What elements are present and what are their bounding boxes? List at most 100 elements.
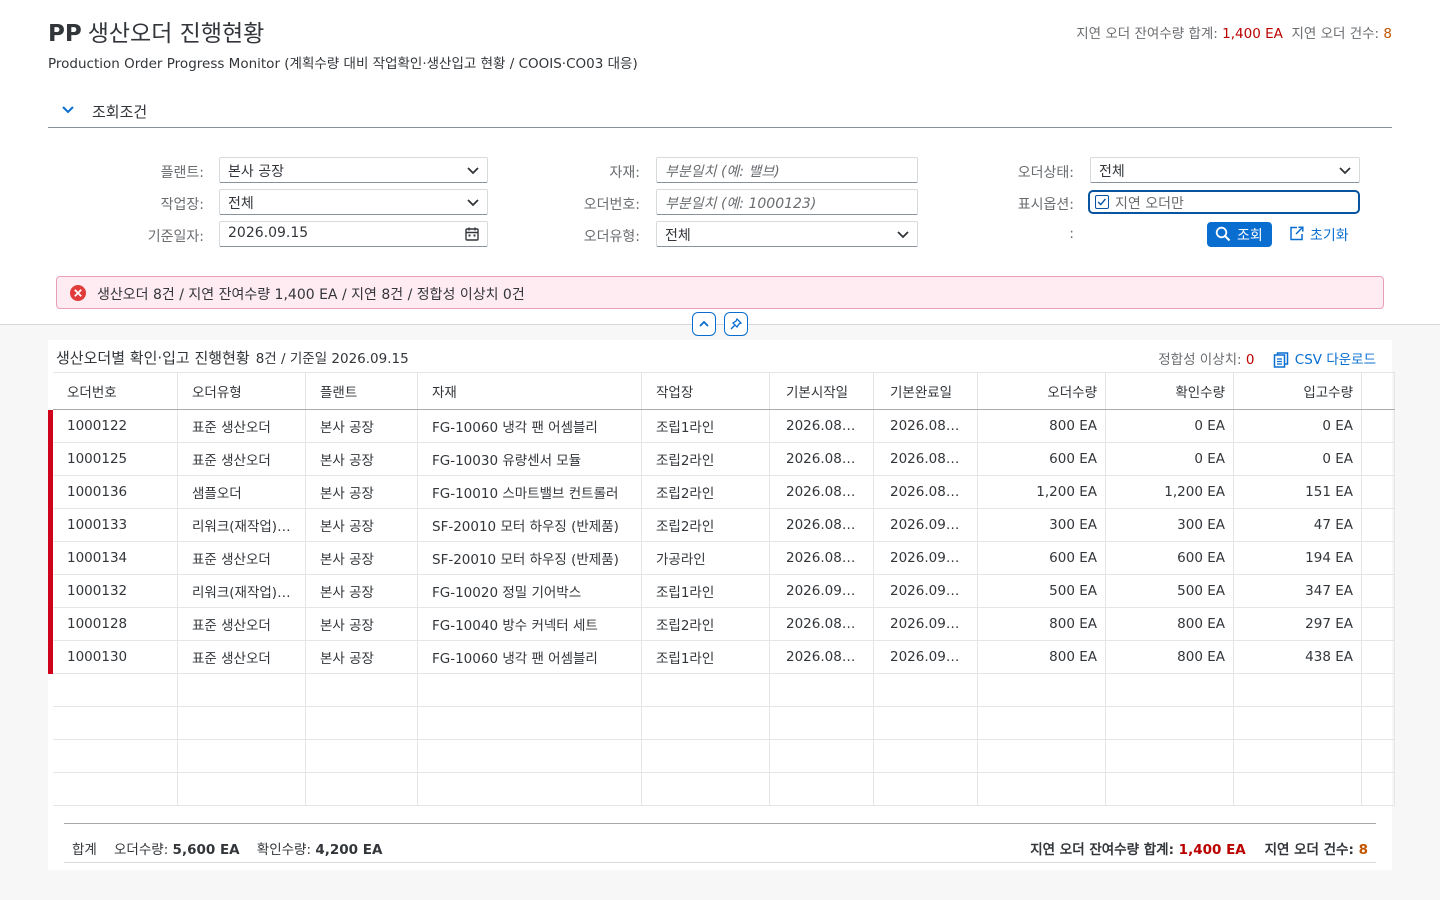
cell-order-type: 리워크(재작업) ... (177, 574, 306, 608)
cell-order-no: 1000125 (48, 442, 178, 476)
empty-cell (50, 673, 178, 707)
empty-cell (305, 706, 418, 740)
integrity-value: 0 (1245, 352, 1255, 368)
cell-workcenter: 조립1라인 (641, 409, 770, 443)
search-button-label: 조회 (1237, 228, 1263, 244)
cell-order-no: 1000133 (48, 508, 178, 542)
cell-order-type: 표준 생산오더 (177, 607, 306, 641)
empty-cell (1233, 772, 1362, 806)
empty-cell (977, 772, 1106, 806)
cell-basic-finish: 2026.09.05 (873, 541, 978, 575)
table-row[interactable]: 1000132 리워크(재작업) ... 본사 공장 FG-10020 정밀 기어박스… (48, 574, 1395, 608)
page-header: PP 생산오더 진행현황 Production Order Progress Mo… (48, 14, 1392, 74)
csv-download-button[interactable]: CSV 다운로드 (1273, 352, 1376, 368)
empty-cell (977, 739, 1106, 773)
cell-basic-finish: 2026.09.08 (873, 574, 978, 608)
cell-workcenter: 조립1라인 (641, 574, 770, 608)
kpi-remaining-label: 지연 오더 잔여수량 합계: (1076, 26, 1218, 42)
cell-workcenter: 조립2라인 (641, 508, 770, 542)
search-button[interactable]: 조회 (1207, 222, 1272, 247)
cell-basic-finish: 2026.08.30 (873, 442, 978, 476)
cell-plant: 본사 공장 (305, 541, 418, 575)
table-row[interactable]: 1000128 표준 생산오더 본사 공장 FG-10040 방수 커넥터 세트 조립2… (48, 607, 1395, 641)
summary-delay-remaining-label: 지연 오더 잔여수량 합계: (1030, 842, 1174, 858)
col-basic-start[interactable]: 기본시작일 (769, 372, 874, 410)
table-row[interactable]: 1000122 표준 생산오더 본사 공장 FG-10060 냉각 팬 어셈블리 조립1… (48, 409, 1395, 443)
cell-order-type: 표준 생산오더 (177, 640, 306, 674)
col-material[interactable]: 자재 (417, 372, 642, 410)
table-count: 8건 / 기준일 2026.09.15 (255, 351, 409, 367)
cell-workcenter: 조립1라인 (641, 640, 770, 674)
cell-order-no: 1000122 (48, 409, 178, 443)
order-input[interactable]: 부분일치 (예: 1000123) (656, 189, 918, 215)
empty-cell (305, 772, 418, 806)
chevron-down-icon (897, 231, 909, 239)
col-order-qty[interactable]: 오더수량 (977, 372, 1106, 410)
filter-section-header[interactable]: 조회조건 (48, 96, 1392, 128)
delayed-only-label: 지연 오더만 (1115, 196, 1184, 212)
empty-cell (417, 739, 642, 773)
cell-material: FG-10060 냉각 팬 어셈블리 (417, 640, 642, 674)
table-row[interactable]: 1000134 표준 생산오더 본사 공장 SF-20010 모터 하우징 (반제품)… (48, 541, 1395, 575)
cell-order-qty: 500 EA (977, 574, 1106, 608)
pin-header-button[interactable] (724, 312, 748, 336)
col-workcenter[interactable]: 작업장 (641, 372, 770, 410)
cell-basic-finish: 2026.09.13 (873, 640, 978, 674)
col-gr-qty[interactable]: 입고수량 (1233, 372, 1362, 410)
orders-table: 오더번호 오더유형 플랜트 자재 작업장 기본시작일 기본완료일 오더수량 확인… (48, 372, 1395, 806)
delayed-only-checkbox[interactable]: 지연 오더만 (1088, 190, 1360, 214)
cell-order-type: 샘플오더 (177, 475, 306, 509)
plant-select[interactable]: 본사 공장 (219, 157, 488, 183)
cell-plant: 본사 공장 (305, 508, 418, 542)
title-text: 생산오더 진행현황 (87, 21, 265, 47)
summary-confirm-qty-label: 확인수량: (256, 842, 312, 858)
cell-spacer (1361, 640, 1395, 674)
chevron-down-icon[interactable] (60, 102, 76, 118)
empty-cell (1361, 772, 1395, 806)
col-plant[interactable]: 플랜트 (305, 372, 418, 410)
reset-button[interactable]: 초기화 (1287, 222, 1367, 247)
workcenter-select[interactable]: 전체 (219, 189, 488, 215)
cell-material: SF-20010 모터 하우징 (반제품) (417, 541, 642, 575)
ordertype-select[interactable]: 전체 (656, 221, 918, 247)
col-confirm-qty[interactable]: 확인수량 (1105, 372, 1234, 410)
empty-cell (873, 772, 978, 806)
checkbox-icon[interactable] (1095, 195, 1109, 209)
cell-order-no: 1000128 (48, 607, 178, 641)
empty-cell (305, 739, 418, 773)
collapse-header-button[interactable] (692, 312, 716, 336)
calendar-icon[interactable] (464, 226, 480, 242)
cell-material: SF-20010 모터 하우징 (반제품) (417, 508, 642, 542)
chevron-down-icon (467, 199, 479, 207)
orders-table-panel: 생산오더별 확인·입고 진행현황 8건 / 기준일 2026.09.15 정합성 … (48, 340, 1395, 870)
cell-basic-start: 2026.08.22 (769, 541, 874, 575)
cell-order-qty: 300 EA (977, 508, 1106, 542)
empty-row (50, 673, 1395, 707)
cell-gr-qty: 194 EA (1233, 541, 1362, 575)
status-select[interactable]: 전체 (1090, 157, 1360, 183)
cell-gr-qty: 438 EA (1233, 640, 1362, 674)
empty-cell (977, 706, 1106, 740)
header-kpi: 지연 오더 잔여수량 합계: 1,400 EA 지연 오더 건수: 8 (1076, 22, 1392, 42)
summary-bar: 합계 오더수량: 5,600 EA 확인수량: 4,200 EA 지연 오더 잔… (64, 823, 1376, 863)
basedate-input[interactable]: 2026.09.15 (219, 221, 488, 247)
empty-cell (641, 772, 770, 806)
empty-cell (177, 673, 306, 707)
empty-cell (769, 706, 874, 740)
table-row[interactable]: 1000133 리워크(재작업) ... 본사 공장 SF-20010 모터 하우징 … (48, 508, 1395, 542)
cell-basic-start: 2026.08.28 (769, 607, 874, 641)
cell-spacer (1361, 541, 1395, 575)
table-row[interactable]: 1000130 표준 생산오더 본사 공장 FG-10060 냉각 팬 어셈블리 조립1… (48, 640, 1395, 674)
cell-order-qty: 1,200 EA (977, 475, 1106, 509)
cell-gr-qty: 151 EA (1233, 475, 1362, 509)
col-order-type[interactable]: 오더유형 (177, 372, 306, 410)
message-text: 생산오더 8건 / 지연 잔여수량 1,400 EA / 지연 8건 / 정합성… (97, 287, 525, 303)
col-order-no[interactable]: 오더번호 (50, 372, 178, 410)
cell-basic-start: 2026.09.01 (769, 574, 874, 608)
table-row[interactable]: 1000136 샘플오더 본사 공장 FG-10010 스마트밸브 컨트롤러 조립2라인… (48, 475, 1395, 509)
cell-workcenter: 조립2라인 (641, 475, 770, 509)
table-row[interactable]: 1000125 표준 생산오더 본사 공장 FG-10030 유량센서 모듈 조립2라인… (48, 442, 1395, 476)
empty-cell (1233, 706, 1362, 740)
material-input[interactable]: 부분일치 (예: 밸브) (656, 157, 918, 183)
col-basic-finish[interactable]: 기본완료일 (873, 372, 978, 410)
